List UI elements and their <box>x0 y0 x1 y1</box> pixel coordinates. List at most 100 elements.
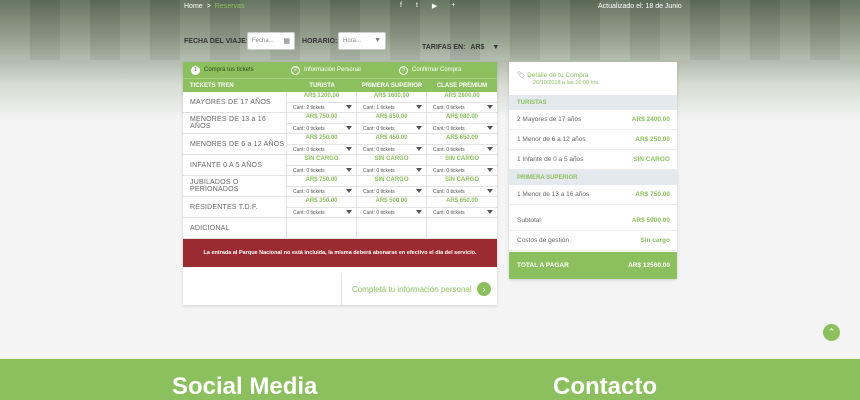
ticket-cell: AR$ 980.00 Cant: 0 tickets <box>427 113 497 133</box>
quantity-select[interactable]: Cant: 0 tickets <box>427 123 497 133</box>
caret-down-icon <box>487 168 493 172</box>
step-3[interactable]: 3 Confirmar Compra <box>399 65 462 75</box>
tickets-panel: 1 Comprá tus tickets 2 Información Perso… <box>183 62 497 305</box>
ticket-price: AR$ 1600.00 <box>373 93 410 99</box>
quantity-select[interactable]: Cant: 0 tickets <box>427 102 497 112</box>
step-2[interactable]: 2 Información Personal <box>291 65 399 75</box>
time-label: HORARIO: <box>302 38 338 45</box>
quantity-select[interactable]: Cant: 0 tickets <box>427 186 497 196</box>
ticket-cell: AR$ 2800.00 Cant: 0 tickets <box>427 92 497 112</box>
quantity-select[interactable]: Cant: 0 tickets <box>427 165 497 175</box>
ticket-cell: SIN CARGO Cant: 0 tickets <box>427 176 497 196</box>
scroll-top-button[interactable]: ⌃ <box>823 324 840 341</box>
caret-down-icon <box>416 210 422 214</box>
step-number: 3 <box>399 65 408 75</box>
step-label: Información Personal <box>304 67 361 73</box>
ticket-cell: AR$ 250.00 Cant: 0 tickets <box>287 134 357 154</box>
calendar-icon: ▦ <box>283 38 290 45</box>
ticket-cell: SIN CARGO Cant: 0 tickets <box>287 155 357 175</box>
ticket-cell: AR$ 1600.00 Cant: 1 tickets <box>357 92 427 112</box>
summary-date: 26/10/2018 a las 16:00 hrs. <box>533 80 600 86</box>
quantity-select[interactable]: Cant: 0 tickets <box>357 186 426 196</box>
quantity-select[interactable]: Cant: 1 tickets <box>357 102 426 112</box>
breadcrumb-home[interactable]: Home <box>184 3 203 10</box>
quantity-value: Cant: 0 tickets <box>363 168 395 174</box>
park-notice: La entrada al Parque Nacional no está in… <box>183 239 497 267</box>
caret-down-icon <box>487 210 493 214</box>
ticket-cell: AR$ 750.00 Cant: 0 tickets <box>287 113 357 133</box>
step-number: 2 <box>291 65 300 75</box>
quantity-select[interactable]: Cant: 0 tickets <box>427 207 497 217</box>
subtotal-row: Subtotal AR$ 5900.00 <box>509 211 677 231</box>
social-heading: Social Media <box>172 373 318 400</box>
ticket-cell: AR$ 750.00 Cant: 0 tickets <box>287 176 357 196</box>
quantity-value: Cant: 0 tickets <box>433 105 465 111</box>
youtube-icon[interactable]: ▶ <box>432 2 437 10</box>
quantity-value: Cant: 0 tickets <box>433 126 465 132</box>
next-step-button[interactable]: Completá tu información personal › <box>341 273 497 305</box>
quantity-select[interactable]: Cant: 0 tickets <box>287 144 356 154</box>
quantity-select[interactable]: Cant: 0 tickets <box>287 186 356 196</box>
quantity-value: Cant: 0 tickets <box>293 126 325 132</box>
quantity-select[interactable]: Cant: 0 tickets <box>287 165 356 175</box>
table-body: MAYORES DE 17 AÑOS AR$ 1200.00 Cant: 2 tic… <box>183 92 497 239</box>
ticket-cell: AR$ 1200.00 Cant: 2 tickets <box>287 92 357 112</box>
step-label: Confirmar Compra <box>412 67 462 73</box>
summary-sections: TURISTAS 2 Mayores de 17 años AR$ 2400.00 1… <box>509 95 677 205</box>
total-row: TOTAL A PAGAR AR$ 12560.00 <box>509 252 677 279</box>
quantity-select[interactable]: Cant: 0 tickets <box>357 165 426 175</box>
caret-down-icon <box>487 126 493 130</box>
quantity-select[interactable]: Cant: 0 tickets <box>287 207 356 217</box>
table-row: MENORES DE 6 a 12 AÑOS AR$ 250.00 Cant: 0 … <box>183 134 497 155</box>
table-row: MAYORES DE 17 AÑOS AR$ 1200.00 Cant: 2 tic… <box>183 92 497 113</box>
date-input[interactable]: Fecha... ▦ <box>247 32 295 50</box>
quantity-select[interactable]: Cant: 2 tickets <box>287 102 356 112</box>
ticket-price: SIN CARGO <box>374 177 409 183</box>
step-1[interactable]: 1 Comprá tus tickets <box>191 65 291 75</box>
fees-label: Costos de gestión <box>517 237 570 244</box>
ticket-cell <box>287 218 357 238</box>
twitter-icon[interactable]: t <box>416 2 418 10</box>
caret-down-icon <box>416 126 422 130</box>
total-label: TOTAL A PAGAR <box>517 262 569 269</box>
tag-icon: 🏷 <box>517 72 526 79</box>
quantity-value: Cant: 1 tickets <box>363 105 395 111</box>
ticket-type-label: JUBILADOS O PERIONADOS <box>183 176 287 196</box>
currency-label: TARIFAS EN: <box>422 44 466 51</box>
fees-value: Sin cargo <box>640 237 670 244</box>
quantity-select[interactable]: Cant: 0 tickets <box>427 144 497 154</box>
summary-line: 2 Mayores de 17 años AR$ 2400.00 <box>509 110 677 130</box>
chevron-down-icon: ▼ <box>374 37 381 44</box>
subtotal-label: Subtotal <box>517 217 541 224</box>
currency-selector[interactable]: TARIFAS EN: AR$ ▼ <box>422 44 499 51</box>
facebook-icon[interactable]: f <box>400 2 402 10</box>
caret-down-icon <box>346 147 352 151</box>
ticket-price: AR$ 450.00 <box>375 135 408 141</box>
ticket-type-label: RESIDENTES T.D.F. <box>183 197 287 217</box>
plus-icon[interactable]: + <box>451 2 455 10</box>
footer: Social Media Contacto <box>0 359 860 400</box>
contact-heading: Contacto <box>553 373 657 400</box>
quantity-value: Cant: 2 tickets <box>293 105 325 111</box>
summary-title: Detalle de tu Compra <box>527 72 589 79</box>
quantity-value: Cant: 0 tickets <box>433 210 465 216</box>
next-step-label: Completá tu información personal <box>352 284 472 294</box>
caret-down-icon <box>487 189 493 193</box>
ticket-cell <box>427 218 497 238</box>
breadcrumb-separator: > <box>206 3 211 10</box>
quantity-value: Cant: 0 tickets <box>363 210 395 216</box>
quantity-select[interactable]: Cant: 0 tickets <box>357 123 426 133</box>
quantity-value: Cant: 0 tickets <box>363 147 395 153</box>
quantity-select[interactable]: Cant: 0 tickets <box>357 144 426 154</box>
time-select[interactable]: Hora... ▼ <box>338 32 386 50</box>
currency-value: AR$ <box>470 44 485 51</box>
quantity-select[interactable]: Cant: 0 tickets <box>357 207 426 217</box>
ticket-cell: SIN CARGO Cant: 0 tickets <box>357 155 427 175</box>
ticket-type-label: MENORES DE 6 a 12 AÑOS <box>183 134 287 154</box>
quantity-select[interactable]: Cant: 0 tickets <box>287 123 356 133</box>
caret-down-icon <box>416 168 422 172</box>
column-header: TICKETS TREN <box>190 82 234 89</box>
ticket-type-label: MAYORES DE 17 AÑOS <box>183 92 287 112</box>
chevron-right-icon: › <box>477 282 491 296</box>
summary-section-title: PRIMERA SUPERIOR <box>509 170 677 185</box>
